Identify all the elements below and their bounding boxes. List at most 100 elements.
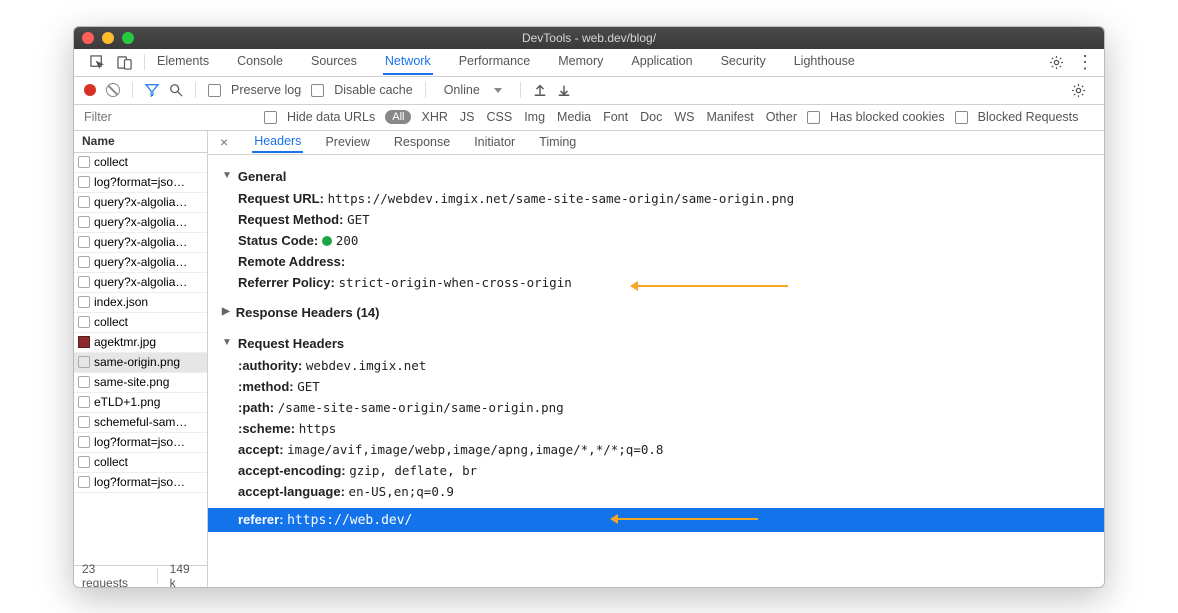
filter-other[interactable]: Other (766, 110, 797, 124)
has-blocked-cookies-checkbox[interactable] (807, 111, 820, 124)
request-method-label: Request Method: (238, 212, 343, 227)
request-headers-label: Request Headers (238, 336, 344, 351)
request-row[interactable]: schemeful-sam… (74, 413, 207, 433)
annotation-arrow-icon (638, 285, 788, 287)
request-row[interactable]: collect (74, 453, 207, 473)
resource-type-filters: XHR JS CSS Img Media Font Doc WS Manifes… (421, 110, 797, 124)
network-settings-icon[interactable] (1063, 83, 1094, 98)
tab-security[interactable]: Security (719, 49, 768, 75)
request-method-value: GET (347, 212, 370, 227)
filter-input[interactable] (84, 110, 254, 124)
settings-icon[interactable] (1041, 55, 1072, 70)
request-row[interactable]: log?format=jso… (74, 473, 207, 493)
hdr-authority-value: webdev.imgix.net (306, 358, 426, 373)
record-button[interactable] (84, 84, 96, 96)
request-row-checkbox (78, 236, 90, 248)
inspect-icon[interactable] (90, 55, 105, 70)
blocked-requests-checkbox[interactable] (955, 111, 968, 124)
detail-tab-initiator[interactable]: Initiator (472, 132, 517, 152)
request-list-panel: Name collectlog?format=jso…query?x-algol… (74, 131, 208, 587)
request-row[interactable]: query?x-algolia… (74, 193, 207, 213)
hdr-referer-label: referer: (238, 512, 284, 527)
filter-img[interactable]: Img (524, 110, 545, 124)
tab-application[interactable]: Application (629, 49, 694, 75)
more-icon[interactable]: ⋮ (1072, 57, 1098, 67)
request-row[interactable]: index.json (74, 293, 207, 313)
detail-tab-headers[interactable]: Headers (252, 131, 303, 153)
request-row[interactable]: query?x-algolia… (74, 253, 207, 273)
clear-button[interactable] (106, 83, 120, 97)
hdr-accept-value: image/avif,image/webp,image/apng,image/*… (287, 442, 663, 457)
hdr-authority-label: :authority: (238, 358, 302, 373)
preserve-log-checkbox[interactable] (208, 84, 221, 97)
hdr-path-value: /same-site-same-origin/same-origin.png (278, 400, 564, 415)
request-row[interactable]: query?x-algolia… (74, 273, 207, 293)
filter-font[interactable]: Font (603, 110, 628, 124)
request-name: log?format=jso… (94, 475, 185, 489)
search-icon[interactable] (169, 83, 183, 97)
panel-tabs-row: Elements Console Sources Network Perform… (74, 49, 1104, 77)
detail-tab-response[interactable]: Response (392, 132, 452, 152)
request-name: query?x-algolia… (94, 255, 187, 269)
request-row[interactable]: log?format=jso… (74, 173, 207, 193)
detail-tab-preview[interactable]: Preview (323, 132, 371, 152)
tab-network[interactable]: Network (383, 49, 433, 75)
filter-js[interactable]: JS (460, 110, 475, 124)
panel-tabs: Elements Console Sources Network Perform… (155, 49, 1041, 75)
request-headers-toggle[interactable]: ▼Request Headers (222, 332, 1090, 355)
blocked-requests-label: Blocked Requests (978, 110, 1079, 124)
filter-css[interactable]: CSS (486, 110, 512, 124)
tab-console[interactable]: Console (235, 49, 285, 75)
request-row-checkbox (78, 416, 90, 428)
hide-data-urls-label: Hide data URLs (287, 110, 375, 124)
hdr-referer-value: https://web.dev/ (287, 513, 412, 528)
general-section-toggle[interactable]: ▼General (222, 165, 1090, 188)
close-detail-icon[interactable]: × (216, 134, 232, 150)
request-row-checkbox (78, 396, 90, 408)
general-section-label: General (238, 169, 286, 184)
filter-icon[interactable] (145, 83, 159, 97)
request-row[interactable]: log?format=jso… (74, 433, 207, 453)
hdr-accept-label: accept: (238, 442, 284, 457)
throttling-value: Online (444, 83, 480, 97)
filter-xhr[interactable]: XHR (421, 110, 447, 124)
request-name: same-site.png (94, 375, 169, 389)
response-headers-toggle[interactable]: ▶Response Headers (14) (222, 301, 1090, 324)
filter-ws[interactable]: WS (674, 110, 694, 124)
response-headers-label: Response Headers (14) (236, 305, 380, 320)
request-row[interactable]: same-origin.png (74, 353, 207, 373)
device-toggle-icon[interactable] (117, 55, 132, 70)
download-har-icon[interactable] (557, 83, 571, 97)
tab-performance[interactable]: Performance (457, 49, 533, 75)
request-row[interactable]: eTLD+1.png (74, 393, 207, 413)
detail-body[interactable]: ▼General Request URL: https://webdev.img… (208, 155, 1104, 587)
hide-data-urls-checkbox[interactable] (264, 111, 277, 124)
tab-elements[interactable]: Elements (155, 49, 211, 75)
detail-tab-timing[interactable]: Timing (537, 132, 578, 152)
filter-manifest[interactable]: Manifest (706, 110, 753, 124)
filter-doc[interactable]: Doc (640, 110, 662, 124)
request-row[interactable]: same-site.png (74, 373, 207, 393)
throttling-select[interactable]: Online (438, 83, 508, 97)
request-name: log?format=jso… (94, 435, 185, 449)
request-row[interactable]: agektmr.jpg (74, 333, 207, 353)
tab-memory[interactable]: Memory (556, 49, 605, 75)
filter-media[interactable]: Media (557, 110, 591, 124)
tab-lighthouse[interactable]: Lighthouse (792, 49, 857, 75)
has-blocked-cookies-label: Has blocked cookies (830, 110, 945, 124)
tab-sources[interactable]: Sources (309, 49, 359, 75)
request-name: collect (94, 315, 128, 329)
request-row[interactable]: collect (74, 313, 207, 333)
status-code-label: Status Code: (238, 233, 318, 248)
request-row[interactable]: query?x-algolia… (74, 213, 207, 233)
request-row[interactable]: query?x-algolia… (74, 233, 207, 253)
disable-cache-checkbox[interactable] (311, 84, 324, 97)
request-row-checkbox (78, 176, 90, 188)
referrer-policy-label: Referrer Policy: (238, 275, 335, 290)
request-row-checkbox (78, 256, 90, 268)
request-list[interactable]: collectlog?format=jso…query?x-algolia…qu… (74, 153, 207, 565)
upload-har-icon[interactable] (533, 83, 547, 97)
request-detail-panel: × Headers Preview Response Initiator Tim… (208, 131, 1104, 587)
request-row[interactable]: collect (74, 153, 207, 173)
filter-all-pill[interactable]: All (385, 110, 411, 124)
